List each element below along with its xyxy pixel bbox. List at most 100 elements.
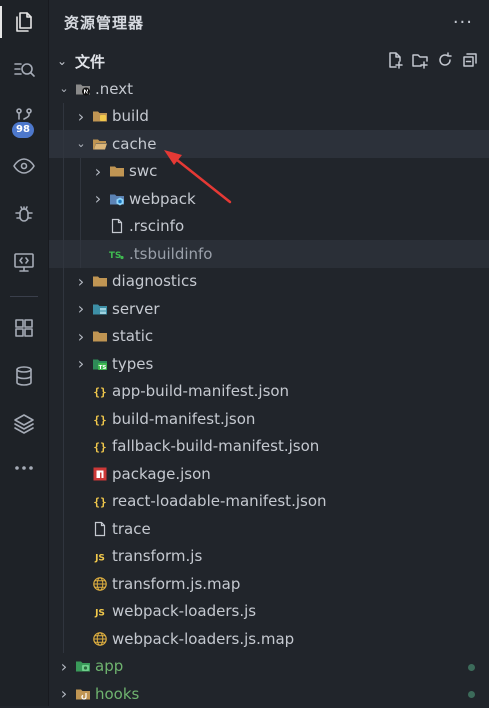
tree-item-label: transform.js.map bbox=[112, 574, 241, 593]
search-icon bbox=[14, 63, 35, 77]
tree-item-react-loadable-manifest-json[interactable]: ›{}react-loadable-manifest.json bbox=[49, 487, 489, 515]
extensions-grid-icon bbox=[15, 319, 33, 337]
tree-item-build[interactable]: › build bbox=[49, 102, 489, 130]
layers-activity-button[interactable] bbox=[0, 404, 48, 444]
tree-item-label: app-build-manifest.json bbox=[112, 382, 290, 401]
section-title: 文件 bbox=[75, 52, 106, 71]
json-icon: {} bbox=[92, 438, 108, 454]
chevron-right-icon[interactable]: › bbox=[57, 657, 71, 676]
new-file-icon[interactable] bbox=[386, 51, 404, 69]
tree-item-trace[interactable]: ›trace bbox=[49, 515, 489, 543]
tree-item-label: cache bbox=[112, 134, 157, 153]
new-folder-icon[interactable] bbox=[411, 51, 429, 69]
tree-item-app-build-manifest-json[interactable]: ›{}app-build-manifest.json bbox=[49, 377, 489, 405]
debug-activity-button[interactable] bbox=[0, 194, 48, 234]
file-tree: ⌄.next›build⌄cache›swc›webpack›.rscinfo›… bbox=[49, 75, 489, 708]
tree-item-fallback-build-manifest-json[interactable]: ›{}fallback-build-manifest.json bbox=[49, 432, 489, 460]
preview-activity-button[interactable] bbox=[0, 146, 48, 186]
more-actions-button[interactable]: ··· bbox=[453, 12, 473, 33]
map-icon bbox=[92, 631, 108, 647]
tree-item-transform-js[interactable]: ›JStransform.js bbox=[49, 542, 489, 570]
indent-guide bbox=[63, 322, 64, 350]
files-section-header[interactable]: ⌄ 文件 bbox=[49, 48, 489, 74]
chevron-down-icon: ⌄ bbox=[57, 54, 68, 68]
chevron-right-icon[interactable]: › bbox=[91, 189, 105, 208]
indent-guide bbox=[80, 185, 81, 213]
chevron-right-icon[interactable]: › bbox=[74, 272, 88, 291]
tree-item-build-manifest-json[interactable]: ›{}build-manifest.json bbox=[49, 405, 489, 433]
chevron-right-icon[interactable]: › bbox=[57, 684, 71, 703]
panel-title: 资源管理器 bbox=[64, 13, 145, 32]
tree-item-transform-js-map[interactable]: ›transform.js.map bbox=[49, 570, 489, 598]
svg-text:TS: TS bbox=[109, 251, 121, 261]
chevron-down-icon[interactable]: ⌄ bbox=[74, 137, 88, 150]
tree-item-tsbuildinfo[interactable]: ›TS.tsbuildinfo bbox=[49, 240, 489, 268]
activity-bar: 98 bbox=[0, 0, 49, 706]
indent-guide bbox=[63, 350, 64, 378]
tree-item-server[interactable]: › server bbox=[49, 295, 489, 323]
json-icon: {} bbox=[92, 411, 108, 427]
eye-icon bbox=[13, 158, 35, 174]
tree-item-app[interactable]: › app bbox=[49, 653, 489, 681]
indent-guide bbox=[63, 625, 64, 653]
svg-text:JS: JS bbox=[94, 554, 105, 564]
collapse-all-icon[interactable] bbox=[461, 51, 479, 69]
server-folder-icon bbox=[92, 301, 108, 317]
refresh-icon[interactable] bbox=[436, 51, 454, 69]
svg-text:{}: {} bbox=[93, 496, 106, 509]
indent-guide bbox=[63, 405, 64, 433]
tree-item-rscinfo[interactable]: ›.rscinfo bbox=[49, 212, 489, 240]
more-activity-button[interactable] bbox=[0, 448, 48, 488]
remote-display-icon bbox=[14, 253, 34, 272]
tree-item-webpack[interactable]: › webpack bbox=[49, 185, 489, 213]
chevron-right-icon[interactable]: › bbox=[91, 162, 105, 181]
folder-open-icon bbox=[92, 136, 108, 152]
tree-item-next[interactable]: ⌄ .next bbox=[49, 75, 489, 103]
database-activity-button[interactable] bbox=[0, 356, 48, 396]
indent-guide bbox=[63, 597, 64, 625]
tree-item-webpack-loaders-js[interactable]: ›JSwebpack-loaders.js bbox=[49, 597, 489, 625]
indent-guide bbox=[63, 267, 64, 295]
folder-icon bbox=[92, 273, 108, 289]
webpack-folder-icon bbox=[109, 191, 125, 207]
ts-file-icon: TS bbox=[109, 246, 125, 262]
file-icon bbox=[109, 218, 125, 234]
tree-item-package-json[interactable]: ›package.json bbox=[49, 460, 489, 488]
tree-item-label: server bbox=[112, 299, 160, 318]
indent-guide bbox=[63, 130, 64, 158]
tree-item-swc[interactable]: › swc bbox=[49, 157, 489, 185]
svg-text:TS: TS bbox=[99, 365, 107, 371]
tree-item-static[interactable]: › static bbox=[49, 322, 489, 350]
indent-guide bbox=[63, 432, 64, 460]
tree-item-diagnostics[interactable]: › diagnostics bbox=[49, 267, 489, 295]
hooks-folder-icon bbox=[75, 686, 91, 702]
chevron-down-icon[interactable]: ⌄ bbox=[57, 82, 71, 95]
chevron-right-icon[interactable]: › bbox=[74, 327, 88, 346]
explorer-activity-button[interactable] bbox=[0, 2, 48, 42]
tree-item-label: build-manifest.json bbox=[112, 409, 256, 428]
indent-guide bbox=[63, 570, 64, 598]
layers-icon bbox=[14, 414, 34, 434]
indent-guide bbox=[63, 460, 64, 488]
search-activity-button[interactable] bbox=[0, 50, 48, 90]
tree-item-label: trace bbox=[112, 519, 151, 538]
indent-guide bbox=[63, 185, 64, 213]
tree-item-label: transform.js bbox=[112, 547, 203, 566]
changes-count-badge: 98 bbox=[12, 122, 34, 138]
folder-icon bbox=[92, 328, 108, 344]
folder-yellow-icon bbox=[92, 108, 108, 124]
extensions-activity-button[interactable] bbox=[0, 308, 48, 348]
tree-item-cache[interactable]: ⌄ cache bbox=[49, 130, 489, 158]
tree-item-types[interactable]: › TS types bbox=[49, 350, 489, 378]
tree-item-hooks[interactable]: › hooks bbox=[49, 680, 489, 708]
chevron-right-icon[interactable]: › bbox=[74, 299, 88, 318]
remote-activity-button[interactable] bbox=[0, 242, 48, 282]
bug-icon bbox=[15, 206, 33, 222]
tree-item-webpack-loaders-js-map[interactable]: ›webpack-loaders.js.map bbox=[49, 625, 489, 653]
indent-guide bbox=[63, 295, 64, 323]
source-control-activity-button[interactable]: 98 bbox=[0, 98, 48, 138]
ts-folder-icon: TS bbox=[92, 356, 108, 372]
chevron-right-icon[interactable]: › bbox=[74, 107, 88, 126]
chevron-right-icon[interactable]: › bbox=[74, 354, 88, 373]
tree-item-label: app bbox=[95, 657, 124, 676]
